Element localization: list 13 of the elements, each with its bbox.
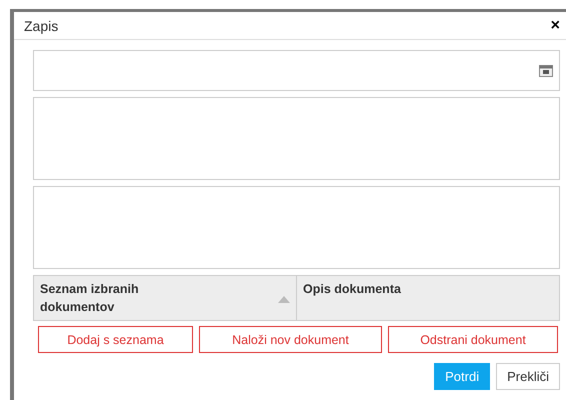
action-button[interactable]: Dodaj s seznama: [38, 326, 193, 353]
action-button[interactable]: Odstrani dokument: [388, 326, 558, 353]
text-area[interactable]: [33, 97, 560, 180]
action-button[interactable]: Naloži nov dokument: [199, 326, 382, 353]
sort-up-icon: [278, 296, 290, 303]
text-area[interactable]: [33, 186, 560, 269]
calendar-icon: [539, 64, 553, 76]
close-button[interactable]: ×: [550, 16, 560, 34]
column-header[interactable]: Seznam izbranih dokumentov: [34, 276, 297, 320]
cancel-button[interactable]: Prekliči: [496, 363, 560, 390]
column-header[interactable]: Opis dokumenta: [297, 276, 559, 320]
dialog-title: Zapis: [24, 18, 58, 34]
date-field[interactable]: [33, 50, 560, 91]
